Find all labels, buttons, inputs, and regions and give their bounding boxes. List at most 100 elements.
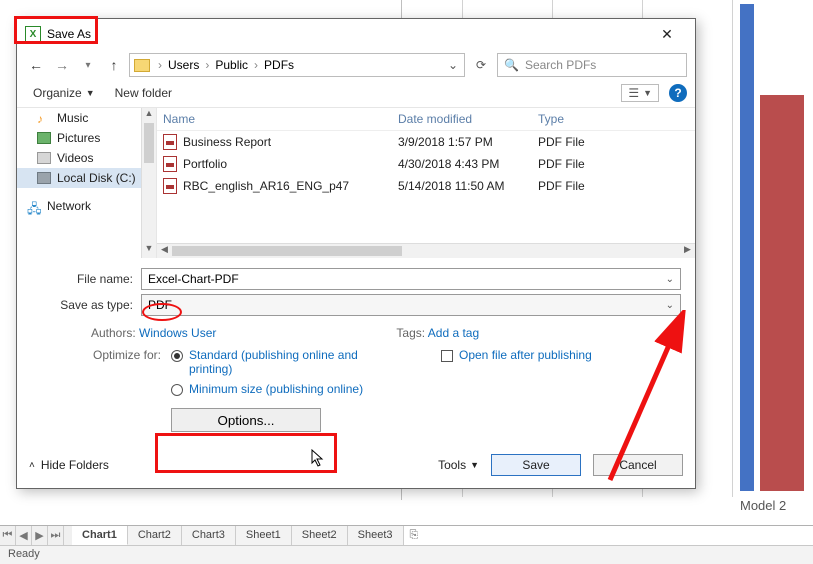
- tab-chart3[interactable]: Chart3: [182, 526, 236, 545]
- scroll-up-icon[interactable]: ▲: [142, 108, 156, 123]
- help-button[interactable]: ?: [669, 84, 687, 102]
- close-button[interactable]: ✕: [647, 26, 687, 43]
- pdf-icon: [163, 178, 177, 194]
- tags-label: Tags:: [396, 326, 425, 340]
- authors-label: Authors:: [91, 326, 136, 340]
- list-item[interactable]: RBC_english_AR16_ENG_p47 5/14/2018 11:50…: [157, 175, 695, 197]
- organize-button[interactable]: Organize ▼: [25, 83, 103, 103]
- address-breadcrumbs[interactable]: › Users › Public › PDFs ⌄: [129, 53, 465, 77]
- tab-sheet2[interactable]: Sheet2: [292, 526, 348, 545]
- search-input[interactable]: 🔍 Search PDFs: [497, 53, 687, 77]
- refresh-button[interactable]: ⟳: [469, 58, 493, 72]
- navpane-scrollbar[interactable]: ▲ ▼: [141, 108, 156, 258]
- music-icon: ♪: [37, 112, 51, 124]
- list-item[interactable]: Business Report 3/9/2018 1:57 PM PDF Fil…: [157, 131, 695, 153]
- folder-icon: [134, 59, 150, 72]
- scroll-thumb[interactable]: [172, 246, 402, 256]
- crumb-sep-icon: ›: [201, 58, 213, 72]
- crumb-sep-icon: ›: [250, 58, 262, 72]
- chevron-up-icon: ˄: [29, 460, 35, 471]
- window-title: Save As: [47, 27, 647, 41]
- status-text: Ready: [8, 548, 40, 560]
- videos-icon: [37, 152, 51, 164]
- scroll-down-icon[interactable]: ▼: [142, 243, 156, 258]
- recent-dropdown-icon[interactable]: ▾: [77, 54, 99, 76]
- nav-item-network[interactable]: 🖧 Network: [17, 196, 156, 216]
- list-header: Name Date modified Type: [157, 108, 695, 131]
- network-icon: 🖧: [27, 200, 41, 212]
- chart-bar-2: [760, 95, 804, 491]
- save-as-dialog: X Save As ✕ ← → ▾ ↑ › Users › Public › P…: [16, 18, 696, 489]
- tab-prev-icon[interactable]: ◀: [16, 526, 32, 545]
- file-list: Name Date modified Type Business Report …: [157, 108, 695, 258]
- search-icon: 🔍: [504, 58, 519, 72]
- nav-item-local-disk[interactable]: Local Disk (C:): [17, 168, 156, 188]
- radio-icon: [171, 384, 183, 396]
- cancel-button[interactable]: Cancel: [593, 454, 683, 476]
- view-options-button[interactable]: ☰ ▼: [621, 84, 659, 102]
- worksheet-tabs: ⏮ ◀ ▶ ⏭ Chart1 Chart2 Chart3 Sheet1 Shee…: [0, 525, 813, 545]
- authors-value[interactable]: Windows User: [139, 326, 216, 340]
- nav-item-pictures[interactable]: Pictures: [17, 128, 156, 148]
- tab-chart2[interactable]: Chart2: [128, 526, 182, 545]
- crumb-pdfs[interactable]: PDFs: [264, 58, 294, 72]
- chevron-down-icon: ▼: [643, 88, 652, 98]
- list-item[interactable]: Portfolio 4/30/2018 4:43 PM PDF File: [157, 153, 695, 175]
- col-type[interactable]: Type: [538, 112, 618, 126]
- chevron-down-icon[interactable]: ⌄: [666, 274, 674, 285]
- tags-value[interactable]: Add a tag: [428, 326, 479, 340]
- navigation-pane: ♪ Music Pictures Videos Local Disk (C:) …: [17, 108, 157, 258]
- back-button[interactable]: ←: [25, 54, 47, 76]
- excel-app-icon: X: [25, 26, 41, 42]
- status-bar: Ready: [0, 545, 813, 564]
- scroll-left-icon[interactable]: ◀: [157, 244, 172, 258]
- scroll-thumb[interactable]: [144, 123, 154, 163]
- tab-last-icon[interactable]: ⏭: [48, 526, 64, 545]
- chevron-down-icon: ▼: [86, 88, 95, 98]
- radio-icon: [171, 350, 183, 362]
- chart-axis-label: Model 2: [740, 498, 786, 513]
- tools-button[interactable]: Tools ▼: [438, 458, 479, 472]
- chevron-down-icon: ▼: [470, 460, 479, 470]
- hide-folders-button[interactable]: ˄ Hide Folders: [29, 458, 109, 472]
- list-hscrollbar[interactable]: ◀ ▶: [157, 243, 695, 258]
- titlebar: X Save As ✕: [17, 19, 695, 49]
- tab-sheet1[interactable]: Sheet1: [236, 526, 292, 545]
- address-dropdown-icon[interactable]: ⌄: [444, 58, 462, 72]
- scroll-right-icon[interactable]: ▶: [680, 244, 695, 258]
- filename-input[interactable]: Excel-Chart-PDF ⌄: [141, 268, 681, 290]
- open-after-publish-checkbox[interactable]: Open file after publishing: [441, 348, 681, 362]
- tab-first-icon[interactable]: ⏮: [0, 526, 16, 545]
- crumb-public[interactable]: Public: [215, 58, 248, 72]
- crumb-sep-icon: ›: [154, 58, 166, 72]
- col-date[interactable]: Date modified: [398, 112, 538, 126]
- chevron-down-icon[interactable]: ⌄: [666, 300, 674, 311]
- forward-button[interactable]: →: [51, 54, 73, 76]
- nav-item-videos[interactable]: Videos: [17, 148, 156, 168]
- saveastype-select[interactable]: PDF ⌄: [141, 294, 681, 316]
- optimize-standard-radio[interactable]: Standard (publishing online and printing…: [171, 348, 381, 376]
- saveastype-label: Save as type:: [31, 298, 141, 312]
- up-button[interactable]: ↑: [103, 54, 125, 76]
- save-button[interactable]: Save: [491, 454, 581, 476]
- pdf-icon: [163, 134, 177, 150]
- options-button[interactable]: Options...: [171, 408, 321, 432]
- tab-sheet3[interactable]: Sheet3: [348, 526, 404, 545]
- filename-label: File name:: [31, 272, 141, 286]
- optimize-minsize-radio[interactable]: Minimum size (publishing online): [171, 382, 381, 396]
- col-name[interactable]: Name: [163, 112, 398, 126]
- nav-item-music[interactable]: ♪ Music: [17, 108, 156, 128]
- disk-icon: [37, 172, 51, 184]
- tab-next-icon[interactable]: ▶: [32, 526, 48, 545]
- view-icon: ☰: [628, 86, 639, 100]
- add-sheet-icon[interactable]: ⎘: [404, 526, 425, 545]
- chart-bar-1: [740, 4, 754, 491]
- new-folder-button[interactable]: New folder: [103, 83, 184, 103]
- tab-chart1[interactable]: Chart1: [72, 526, 128, 545]
- pdf-icon: [163, 156, 177, 172]
- optimize-label: Optimize for:: [31, 348, 171, 432]
- toolbar: Organize ▼ New folder ☰ ▼ ?: [17, 81, 695, 108]
- pictures-icon: [37, 132, 51, 144]
- crumb-users[interactable]: Users: [168, 58, 199, 72]
- address-bar-row: ← → ▾ ↑ › Users › Public › PDFs ⌄ ⟳ 🔍 Se…: [17, 49, 695, 81]
